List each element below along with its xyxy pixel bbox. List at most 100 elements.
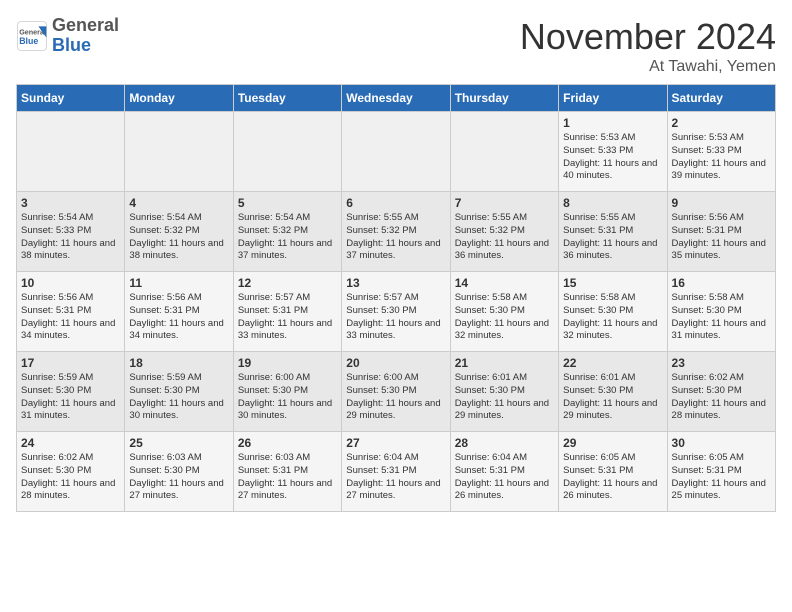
day-info: Sunrise: 5:54 AMSunset: 5:32 PMDaylight:… <box>238 212 337 263</box>
day-info: Sunrise: 5:59 AMSunset: 5:30 PMDaylight:… <box>129 372 228 423</box>
location: At Tawahi, Yemen <box>520 58 776 76</box>
calendar-day-cell: 12 Sunrise: 5:57 AMSunset: 5:31 PMDayligh… <box>233 272 341 352</box>
day-number: 5 <box>238 196 337 210</box>
day-number: 20 <box>346 356 445 370</box>
calendar-week-row: 1 Sunrise: 5:53 AMSunset: 5:33 PMDaylight… <box>17 112 776 192</box>
day-number: 24 <box>21 436 120 450</box>
day-number: 17 <box>21 356 120 370</box>
day-number: 28 <box>455 436 554 450</box>
logo-general: General <box>52 16 119 36</box>
day-info: Sunrise: 6:03 AMSunset: 5:31 PMDaylight:… <box>238 452 337 503</box>
weekday-header: Monday <box>125 85 233 112</box>
day-info: Sunrise: 5:57 AMSunset: 5:31 PMDaylight:… <box>238 292 337 343</box>
day-info: Sunrise: 6:05 AMSunset: 5:31 PMDaylight:… <box>672 452 771 503</box>
calendar-day-cell: 25 Sunrise: 6:03 AMSunset: 5:30 PMDayligh… <box>125 432 233 512</box>
day-info: Sunrise: 6:00 AMSunset: 5:30 PMDaylight:… <box>238 372 337 423</box>
calendar-day-cell: 23 Sunrise: 6:02 AMSunset: 5:30 PMDayligh… <box>667 352 775 432</box>
day-number: 25 <box>129 436 228 450</box>
day-info: Sunrise: 5:58 AMSunset: 5:30 PMDaylight:… <box>563 292 662 343</box>
calendar-day-cell: 11Sunrise: 5:56 AMSunset: 5:31 PMDayligh… <box>125 272 233 352</box>
calendar-day-cell: 29 Sunrise: 6:05 AMSunset: 5:31 PMDayligh… <box>559 432 667 512</box>
calendar-week-row: 3 Sunrise: 5:54 AMSunset: 5:33 PMDaylight… <box>17 192 776 272</box>
calendar-day-cell: 13 Sunrise: 5:57 AMSunset: 5:30 PMDayligh… <box>342 272 450 352</box>
calendar-day-cell <box>233 112 341 192</box>
day-number: 16 <box>672 276 771 290</box>
day-info: Sunrise: 6:05 AMSunset: 5:31 PMDaylight:… <box>563 452 662 503</box>
day-number: 21 <box>455 356 554 370</box>
weekday-header: Saturday <box>667 85 775 112</box>
logo-icon: General Blue <box>16 20 48 52</box>
day-number: 26 <box>238 436 337 450</box>
calendar-day-cell: 7 Sunrise: 5:55 AMSunset: 5:32 PMDaylight… <box>450 192 558 272</box>
calendar-day-cell: 16 Sunrise: 5:58 AMSunset: 5:30 PMDayligh… <box>667 272 775 352</box>
day-number: 7 <box>455 196 554 210</box>
day-info: Sunrise: 5:56 AMSunset: 5:31 PMDaylight:… <box>672 212 771 263</box>
calendar-day-cell: 10 Sunrise: 5:56 AMSunset: 5:31 PMDayligh… <box>17 272 125 352</box>
calendar-week-row: 17 Sunrise: 5:59 AMSunset: 5:30 PMDayligh… <box>17 352 776 432</box>
calendar-day-cell <box>125 112 233 192</box>
calendar-week-row: 24 Sunrise: 6:02 AMSunset: 5:30 PMDayligh… <box>17 432 776 512</box>
day-number: 23 <box>672 356 771 370</box>
day-number: 30 <box>672 436 771 450</box>
calendar-day-cell: 24 Sunrise: 6:02 AMSunset: 5:30 PMDayligh… <box>17 432 125 512</box>
title-block: November 2024 At Tawahi, Yemen <box>520 16 776 76</box>
day-number: 15 <box>563 276 662 290</box>
calendar-day-cell: 20 Sunrise: 6:00 AMSunset: 5:30 PMDayligh… <box>342 352 450 432</box>
calendar-day-cell: 6 Sunrise: 5:55 AMSunset: 5:32 PMDaylight… <box>342 192 450 272</box>
day-info: Sunrise: 5:54 AMSunset: 5:32 PMDaylight:… <box>129 212 228 263</box>
day-info: Sunrise: 5:59 AMSunset: 5:30 PMDaylight:… <box>21 372 120 423</box>
calendar-day-cell: 26 Sunrise: 6:03 AMSunset: 5:31 PMDayligh… <box>233 432 341 512</box>
calendar-day-cell: 22 Sunrise: 6:01 AMSunset: 5:30 PMDayligh… <box>559 352 667 432</box>
weekday-header: Wednesday <box>342 85 450 112</box>
logo-blue: Blue <box>52 36 119 56</box>
day-number: 10 <box>21 276 120 290</box>
day-info: Sunrise: 5:58 AMSunset: 5:30 PMDaylight:… <box>672 292 771 343</box>
svg-text:Blue: Blue <box>19 36 38 46</box>
weekday-header: Tuesday <box>233 85 341 112</box>
calendar-day-cell: 28Sunrise: 6:04 AMSunset: 5:31 PMDayligh… <box>450 432 558 512</box>
calendar-day-cell: 17 Sunrise: 5:59 AMSunset: 5:30 PMDayligh… <box>17 352 125 432</box>
calendar-day-cell <box>342 112 450 192</box>
day-number: 12 <box>238 276 337 290</box>
day-number: 14 <box>455 276 554 290</box>
day-number: 29 <box>563 436 662 450</box>
day-info: Sunrise: 6:01 AMSunset: 5:30 PMDaylight:… <box>563 372 662 423</box>
day-number: 4 <box>129 196 228 210</box>
day-info: Sunrise: 6:01 AMSunset: 5:30 PMDaylight:… <box>455 372 554 423</box>
day-number: 6 <box>346 196 445 210</box>
day-info: Sunrise: 6:02 AMSunset: 5:30 PMDaylight:… <box>672 372 771 423</box>
calendar-header-row: SundayMondayTuesdayWednesdayThursdayFrid… <box>17 85 776 112</box>
weekday-header: Sunday <box>17 85 125 112</box>
weekday-header: Friday <box>559 85 667 112</box>
calendar-day-cell: 8 Sunrise: 5:55 AMSunset: 5:31 PMDaylight… <box>559 192 667 272</box>
day-info: Sunrise: 5:55 AMSunset: 5:32 PMDaylight:… <box>346 212 445 263</box>
day-number: 1 <box>563 116 662 130</box>
day-info: Sunrise: 6:02 AMSunset: 5:30 PMDaylight:… <box>21 452 120 503</box>
weekday-header: Thursday <box>450 85 558 112</box>
calendar-day-cell: 1 Sunrise: 5:53 AMSunset: 5:33 PMDaylight… <box>559 112 667 192</box>
day-number: 3 <box>21 196 120 210</box>
day-info: Sunrise: 6:00 AMSunset: 5:30 PMDaylight:… <box>346 372 445 423</box>
day-info: Sunrise: 6:03 AMSunset: 5:30 PMDaylight:… <box>129 452 228 503</box>
day-info: Sunrise: 5:56 AMSunset: 5:31 PMDaylight:… <box>21 292 120 343</box>
day-info: Sunrise: 5:55 AMSunset: 5:32 PMDaylight:… <box>455 212 554 263</box>
calendar-day-cell: 4 Sunrise: 5:54 AMSunset: 5:32 PMDaylight… <box>125 192 233 272</box>
calendar-day-cell: 5 Sunrise: 5:54 AMSunset: 5:32 PMDaylight… <box>233 192 341 272</box>
calendar-day-cell <box>17 112 125 192</box>
day-number: 22 <box>563 356 662 370</box>
day-info: Sunrise: 5:57 AMSunset: 5:30 PMDaylight:… <box>346 292 445 343</box>
day-number: 13 <box>346 276 445 290</box>
month-title: November 2024 <box>520 16 776 58</box>
day-info: Sunrise: 5:56 AMSunset: 5:31 PMDaylight:… <box>129 292 228 343</box>
day-info: Sunrise: 5:55 AMSunset: 5:31 PMDaylight:… <box>563 212 662 263</box>
calendar-day-cell: 14Sunrise: 5:58 AMSunset: 5:30 PMDayligh… <box>450 272 558 352</box>
page-header: General Blue General Blue November 2024 … <box>16 16 776 76</box>
day-number: 8 <box>563 196 662 210</box>
day-number: 27 <box>346 436 445 450</box>
calendar-table: SundayMondayTuesdayWednesdayThursdayFrid… <box>16 84 776 512</box>
day-info: Sunrise: 5:53 AMSunset: 5:33 PMDaylight:… <box>672 132 771 183</box>
day-number: 18 <box>129 356 228 370</box>
calendar-day-cell: 18 Sunrise: 5:59 AMSunset: 5:30 PMDayligh… <box>125 352 233 432</box>
day-info: Sunrise: 5:53 AMSunset: 5:33 PMDaylight:… <box>563 132 662 183</box>
day-info: Sunrise: 5:54 AMSunset: 5:33 PMDaylight:… <box>21 212 120 263</box>
